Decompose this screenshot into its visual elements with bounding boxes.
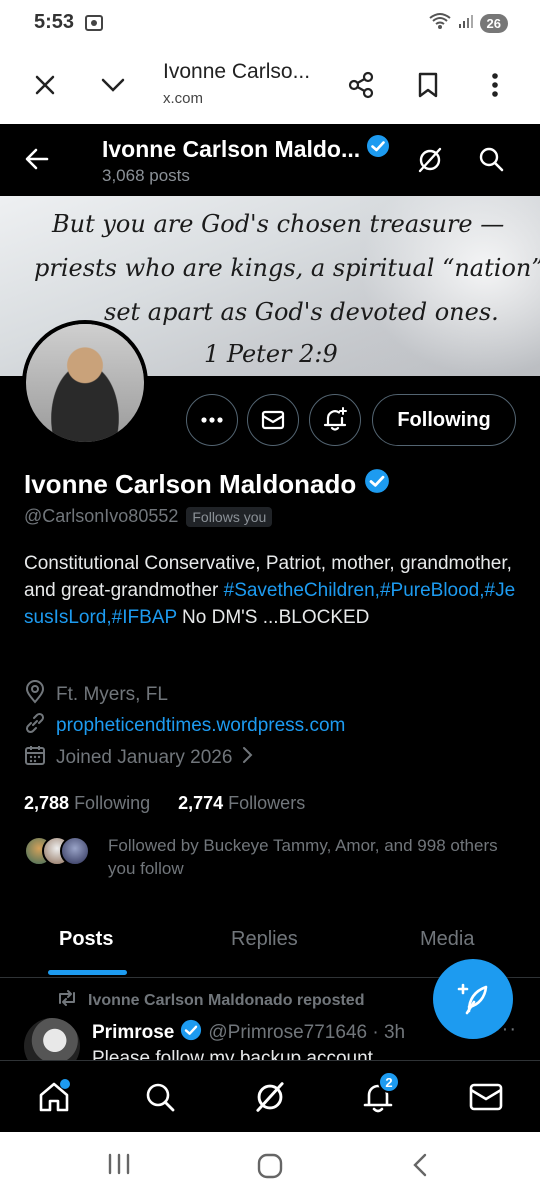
recent-apps-icon[interactable] — [106, 1152, 132, 1181]
search-icon — [146, 1083, 175, 1112]
location-row: Ft. Myers, FL — [24, 680, 168, 710]
follows-you-badge: Follows you — [186, 506, 273, 527]
tab-media[interactable]: Media — [420, 928, 474, 951]
website-link[interactable]: propheticendtimes.wordpress.com — [56, 715, 345, 737]
status-indicators: 26 — [428, 12, 508, 35]
nav-notifications[interactable]: 2 — [358, 1071, 400, 1117]
profile-name: Ivonne Carlson Maldonado — [24, 468, 390, 501]
chevron-right-icon — [242, 746, 254, 770]
nav-messages[interactable] — [466, 1077, 506, 1117]
repost-text: Ivonne Carlson Maldonado reposted — [88, 991, 365, 1009]
status-time: 5:53 — [34, 11, 75, 33]
banner-verse-line-3: set apart as God's devoted ones. — [104, 298, 499, 326]
active-tab-indicator — [48, 970, 127, 975]
home-button-icon[interactable] — [256, 1152, 284, 1185]
post-handle-time: @Primrose771646 · 3h — [208, 1022, 406, 1043]
followed-by-avatars — [24, 836, 94, 868]
joined-text: Joined January 2026 — [56, 747, 233, 768]
followed-by-row[interactable]: Followed by Buckeye Tammy, Amor, and 998… — [24, 832, 516, 882]
bottom-navigation: 2 — [0, 1060, 540, 1132]
nav-search[interactable] — [140, 1077, 180, 1117]
tab-replies[interactable]: Replies — [231, 928, 298, 951]
verified-badge-icon — [364, 468, 390, 501]
profile-handle: @CarlsonIvo80552 — [24, 506, 179, 526]
follow-counts: 2,788 Following 2,774 Followers — [24, 793, 305, 814]
page-domain: x.com — [163, 90, 204, 107]
followers-label: Followers — [228, 793, 306, 813]
tab-posts[interactable]: Posts — [59, 928, 113, 951]
notify-bell-button[interactable] — [309, 394, 361, 446]
profile-name-text: Ivonne Carlson Maldonado — [24, 469, 357, 499]
wifi-icon — [428, 12, 452, 35]
repost-indicator: Ivonne Carlson Maldonado reposted — [56, 989, 364, 1012]
joined-row[interactable]: Joined January 2026 — [24, 744, 254, 772]
more-options-button[interactable] — [186, 394, 238, 446]
following-label: Following — [74, 793, 151, 813]
status-bar: 5:53 26 — [0, 0, 540, 46]
header-post-count: 3,068 posts — [102, 166, 190, 185]
battery-level: 26 — [479, 14, 508, 33]
verified-badge-icon — [180, 1019, 202, 1047]
compose-feather-icon — [457, 983, 488, 1015]
screen-cast-icon — [84, 14, 104, 37]
followers-count-link[interactable]: 2,774 Followers — [178, 793, 305, 814]
signal-icon — [458, 13, 474, 34]
bio-text-end: No DM'S ...BLOCKED — [176, 607, 370, 628]
mail-icon — [261, 410, 285, 430]
follower-avatar — [60, 836, 90, 866]
following-count-link[interactable]: 2,788 Following — [24, 793, 150, 814]
location-text: Ft. Myers, FL — [56, 684, 168, 705]
compose-post-button[interactable] — [433, 959, 513, 1039]
back-nav-icon[interactable] — [410, 1152, 430, 1183]
close-icon[interactable] — [30, 70, 60, 100]
nav-grok[interactable] — [250, 1077, 290, 1117]
grok-icon[interactable] — [416, 146, 444, 179]
bookmark-icon[interactable] — [413, 70, 443, 100]
verified-badge-icon — [366, 134, 390, 164]
following-button[interactable]: Following — [372, 394, 516, 446]
banner-verse-line-2: priests who are kings, a spiritual “nati… — [34, 254, 540, 282]
post-body[interactable]: Please follow my backup account — [92, 1048, 373, 1060]
message-button[interactable] — [247, 394, 299, 446]
post-author-name[interactable]: Primrose — [92, 1022, 174, 1044]
profile-avatar[interactable] — [22, 320, 148, 446]
header-name-text: Ivonne Carlson Maldo... — [102, 135, 361, 162]
chevron-down-icon[interactable] — [98, 70, 128, 100]
calendar-icon — [24, 744, 46, 772]
grok-icon — [256, 1082, 284, 1112]
mail-icon — [469, 1083, 503, 1111]
header-profile-name: Ivonne Carlson Maldo... — [102, 134, 390, 164]
followed-by-text: Followed by Buckeye Tammy, Amor, and 998… — [108, 836, 498, 878]
more-vertical-icon[interactable] — [480, 70, 510, 100]
search-icon[interactable] — [478, 146, 504, 177]
banner-verse-reference: 1 Peter 2:9 — [204, 340, 338, 368]
location-pin-icon — [24, 680, 46, 710]
followers-count: 2,774 — [178, 793, 224, 813]
profile-header-bar: Ivonne Carlson Maldo... 3,068 posts — [0, 124, 540, 196]
bell-plus-icon — [323, 407, 347, 431]
link-icon — [24, 712, 46, 740]
home-new-indicator — [60, 1079, 70, 1089]
following-count: 2,788 — [24, 793, 70, 813]
post-header: Primrose @Primrose771646 · 3h — [92, 1019, 405, 1047]
banner-verse-line-1: But you are God's chosen treasure — — [52, 210, 505, 238]
handle-row: @CarlsonIvo80552 Follows you — [24, 506, 273, 527]
more-horizontal-icon — [201, 417, 223, 423]
notification-count-badge: 2 — [378, 1071, 400, 1093]
android-navigation-bar — [0, 1132, 540, 1200]
profile-bio: Constitutional Conservative, Patriot, mo… — [24, 550, 516, 631]
back-arrow-icon[interactable] — [24, 146, 50, 177]
page-title: Ivonne Carlso... — [163, 60, 311, 83]
avatar-photo — [26, 324, 144, 442]
nav-home[interactable] — [34, 1077, 74, 1117]
website-row: propheticendtimes.wordpress.com — [24, 712, 345, 740]
repost-icon — [56, 989, 78, 1012]
share-icon[interactable] — [346, 70, 376, 100]
browser-toolbar: Ivonne Carlso... x.com — [0, 46, 540, 124]
